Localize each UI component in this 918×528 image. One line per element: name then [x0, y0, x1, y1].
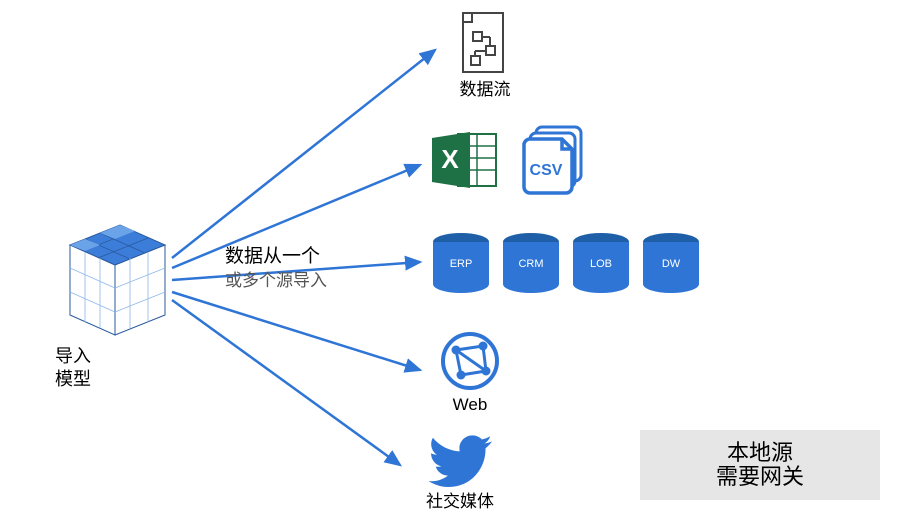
import-model-label-line2: 模型: [55, 368, 91, 391]
twitter-icon: [428, 435, 492, 489]
db-dw-label: DW: [640, 258, 702, 270]
db-lob: LOB: [570, 232, 632, 294]
db-crm-label: CRM: [500, 258, 562, 270]
db-erp-label: ERP: [430, 258, 492, 270]
dataflow-icon: [458, 10, 513, 75]
target-dataflow: 数据流: [440, 10, 530, 101]
center-caption-line1: 数据从一个: [225, 245, 327, 270]
target-databases: ERP CRM LOB DW: [430, 232, 702, 294]
center-caption-line2: 或多个源导入: [225, 270, 327, 292]
social-label: 社交媒体: [426, 491, 494, 513]
target-social: 社交媒体: [405, 435, 515, 513]
db-dw: DW: [640, 232, 702, 294]
excel-icon: X: [430, 128, 500, 193]
import-model-label: 导入 模型: [55, 345, 91, 392]
gateway-note: 本地源 需要网关: [640, 430, 880, 500]
web-label: Web: [453, 394, 488, 416]
web-icon: [439, 330, 501, 392]
target-web: Web: [430, 330, 510, 416]
gateway-note-line2: 需要网关: [716, 465, 804, 489]
db-erp: ERP: [430, 232, 492, 294]
import-model-cube: [50, 220, 170, 340]
import-model-label-line1: 导入: [55, 345, 91, 368]
csv-icon: CSV: [518, 125, 593, 195]
svg-text:X: X: [441, 144, 459, 174]
db-crm: CRM: [500, 232, 562, 294]
dataflow-label: 数据流: [460, 79, 511, 101]
db-lob-label: LOB: [570, 258, 632, 270]
csv-label: CSV: [530, 162, 563, 179]
center-caption: 数据从一个 或多个源导入: [225, 245, 327, 292]
target-files: X CSV: [430, 125, 593, 195]
gateway-note-line1: 本地源: [727, 441, 793, 465]
